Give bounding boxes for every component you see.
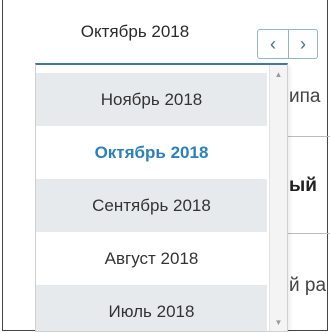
month-option-label: Июль 2018 [108, 301, 195, 321]
month-option-label: Август 2018 [104, 248, 199, 268]
month-option-label: Ноябрь 2018 [100, 89, 203, 109]
month-option[interactable]: Август 2018 [36, 232, 267, 285]
chevron-left-icon: ‹ [270, 33, 276, 54]
scroll-down-icon[interactable]: ▼ [270, 315, 287, 329]
background-text-1: ипа [289, 86, 321, 107]
month-picker-toggle[interactable]: Октябрь 2018 [35, 0, 235, 64]
background-text-3: й ра [289, 275, 327, 296]
month-dropdown-list[interactable]: Ноябрь 2018 Октябрь 2018 Сентябрь 2018 А… [35, 63, 288, 332]
month-option[interactable]: Ноябрь 2018 [36, 73, 267, 126]
month-option[interactable]: Сентябрь 2018 [36, 179, 267, 232]
current-month-label: Октябрь 2018 [80, 22, 190, 41]
month-option[interactable]: Июль 2018 [36, 285, 267, 331]
month-option-label: Октябрь 2018 [94, 142, 209, 162]
scroll-up-icon[interactable]: ▲ [270, 67, 287, 81]
background-text-2: ый [289, 175, 317, 196]
next-month-button[interactable]: › [289, 30, 317, 58]
month-option-selected[interactable]: Октябрь 2018 [36, 126, 267, 179]
month-option-label: Сентябрь 2018 [92, 195, 211, 215]
month-navigation: ‹ › [257, 29, 318, 59]
prev-month-button[interactable]: ‹ [258, 30, 289, 58]
chevron-right-icon: › [300, 33, 306, 54]
dropdown-scrollbar[interactable]: ▲ ▼ [269, 65, 287, 331]
